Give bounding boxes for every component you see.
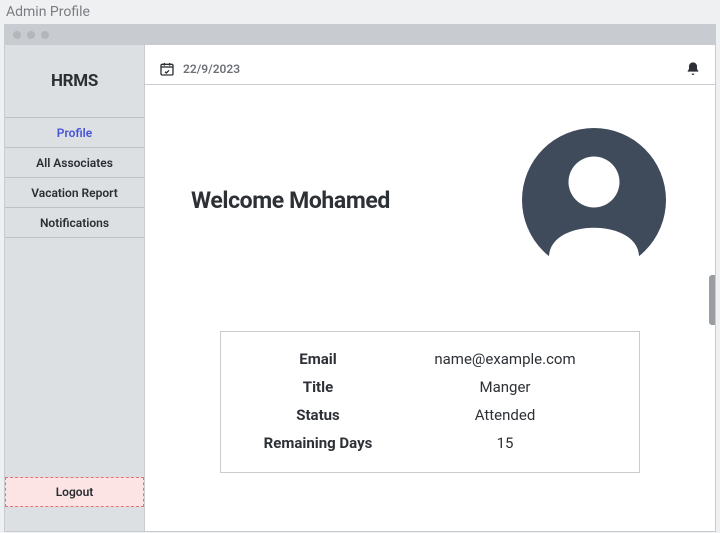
welcome-heading: Welcome Mohamed [191,187,390,214]
brand-label: HRMS [5,45,144,118]
info-value: Attended [393,406,617,424]
info-label: Email [243,350,393,368]
info-card: Email name@example.com Title Manger Stat… [220,331,640,473]
content-area: 22/9/2023 Welcome Mohamed [145,45,715,531]
sidebar-spacer [5,238,144,477]
sidebar: HRMS Profile All Associates Vacation Rep… [5,45,145,531]
sidebar-item-vacation-report[interactable]: Vacation Report [5,178,144,208]
sidebar-item-all-associates[interactable]: All Associates [5,148,144,178]
info-value: 15 [393,434,617,452]
calendar-icon [159,61,175,77]
date-display: 22/9/2023 [159,61,240,77]
app-window: HRMS Profile All Associates Vacation Rep… [4,24,716,532]
info-value: Manger [393,378,617,396]
traffic-dot-icon [27,31,35,39]
date-text: 22/9/2023 [183,62,240,76]
window-title-bar [5,25,715,45]
main-panel: Welcome Mohamed Email name@example.com T… [145,85,715,531]
sidebar-nav: Profile All Associates Vacation Report N… [5,118,144,238]
scrollbar-handle[interactable] [709,275,715,325]
logout-button[interactable]: Logout [5,477,144,507]
info-label: Remaining Days [243,434,393,452]
info-value: name@example.com [393,350,617,368]
topbar: 22/9/2023 [145,53,715,85]
info-row-title: Title Manger [243,378,617,396]
avatar-icon [519,125,669,275]
traffic-dot-icon [13,31,21,39]
info-row-email: Email name@example.com [243,350,617,368]
bell-icon[interactable] [685,61,701,77]
page-title: Admin Profile [0,0,720,24]
info-row-remaining-days: Remaining Days 15 [243,434,617,452]
hero-section: Welcome Mohamed [191,125,669,275]
sidebar-item-profile[interactable]: Profile [5,118,144,148]
sidebar-bottom-gap [5,507,144,531]
traffic-dot-icon [41,31,49,39]
info-row-status: Status Attended [243,406,617,424]
info-label: Title [243,378,393,396]
info-label: Status [243,406,393,424]
sidebar-item-notifications[interactable]: Notifications [5,208,144,238]
